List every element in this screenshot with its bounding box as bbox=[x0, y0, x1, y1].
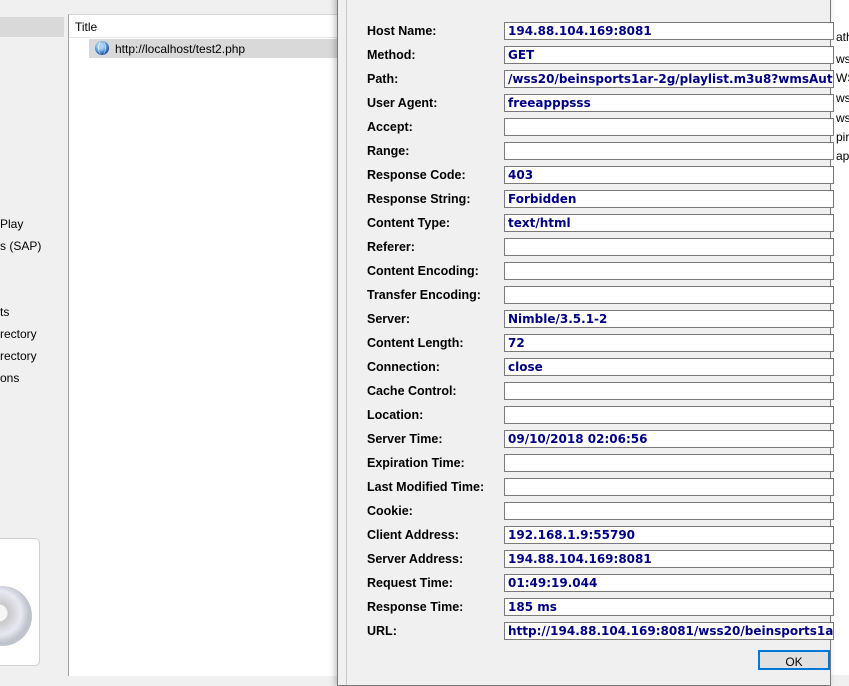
field-label: Content Encoding: bbox=[367, 264, 479, 278]
field-label: Request Time: bbox=[367, 576, 453, 590]
field-label: Content Type: bbox=[367, 216, 451, 230]
left-item-label[interactable]: s (SAP) bbox=[0, 239, 41, 253]
list-header[interactable]: Title bbox=[69, 15, 341, 38]
ok-button[interactable]: OK bbox=[758, 650, 830, 670]
right-item-label: ap bbox=[836, 149, 849, 163]
field-value[interactable] bbox=[504, 406, 834, 424]
field-value[interactable] bbox=[504, 454, 834, 472]
right-item-label: ath bbox=[836, 30, 849, 44]
list-item[interactable]: http://localhost/test2.php bbox=[89, 39, 341, 58]
field-value[interactable] bbox=[504, 382, 834, 400]
field-value[interactable]: Forbidden bbox=[504, 190, 834, 208]
field-label: Cache Control: bbox=[367, 384, 457, 398]
field-label: Server Address: bbox=[367, 552, 464, 566]
field-label: Response Time: bbox=[367, 600, 464, 614]
field-label: Client Address: bbox=[367, 528, 459, 542]
field-value[interactable]: http://194.88.104.169:8081/wss20/beinspo… bbox=[504, 622, 834, 640]
field-value[interactable]: 194.88.104.169:8081 bbox=[504, 550, 834, 568]
field-label: Content Length: bbox=[367, 336, 464, 350]
field-label: Path: bbox=[367, 72, 399, 86]
right-item-label: ws bbox=[836, 52, 849, 66]
field-value[interactable]: 185 ms bbox=[504, 598, 834, 616]
left-selected-item[interactable] bbox=[0, 17, 64, 37]
left-item-label[interactable]: rectory bbox=[0, 327, 37, 341]
field-value[interactable]: GET bbox=[504, 46, 834, 64]
left-item-label[interactable]: ons bbox=[0, 371, 19, 385]
right-item-label: ws bbox=[836, 91, 849, 105]
field-label: Method: bbox=[367, 48, 416, 62]
field-value[interactable] bbox=[504, 286, 834, 304]
field-label: Cookie: bbox=[367, 504, 413, 518]
field-label: Response String: bbox=[367, 192, 471, 206]
globe-icon bbox=[95, 41, 109, 55]
request-details-dialog: OK Host Name: 194.88.104.169:8081 Method: G… bbox=[337, 0, 834, 686]
field-label: Transfer Encoding: bbox=[367, 288, 481, 302]
field-label: Last Modified Time: bbox=[367, 480, 485, 494]
field-label: Range: bbox=[367, 144, 410, 158]
field-value[interactable]: 01:49:19.044 bbox=[504, 574, 834, 592]
right-item-label: WS bbox=[836, 71, 849, 85]
field-value[interactable] bbox=[504, 238, 834, 256]
field-value[interactable]: /wss20/beinsports1ar-2g/playlist.m3u8?wm… bbox=[504, 70, 834, 88]
field-label: Server Time: bbox=[367, 432, 443, 446]
field-value[interactable]: Nimble/3.5.1-2 bbox=[504, 310, 834, 328]
field-value[interactable]: text/html bbox=[504, 214, 834, 232]
field-value[interactable]: close bbox=[504, 358, 834, 376]
field-value[interactable] bbox=[504, 262, 834, 280]
field-value[interactable]: 192.168.1.9:55790 bbox=[504, 526, 834, 544]
field-label: Host Name: bbox=[367, 24, 437, 38]
field-label: User Agent: bbox=[367, 96, 438, 110]
request-list: Title http://localhost/test2.php bbox=[68, 14, 341, 676]
field-value[interactable] bbox=[504, 142, 834, 160]
field-value[interactable]: 194.88.104.169:8081 bbox=[504, 22, 834, 40]
field-label: Location: bbox=[367, 408, 424, 422]
list-item-url: http://localhost/test2.php bbox=[115, 42, 246, 56]
field-label: Referer: bbox=[367, 240, 415, 254]
field-value[interactable]: 403 bbox=[504, 166, 834, 184]
right-item-label: pir bbox=[836, 130, 849, 144]
field-label: Accept: bbox=[367, 120, 413, 134]
field-label: Response Code: bbox=[367, 168, 466, 182]
left-panel: Play s (SAP) ts rectory rectory ons bbox=[0, 0, 68, 675]
left-item-label[interactable]: ts bbox=[0, 305, 9, 319]
left-item-label[interactable]: Play bbox=[0, 217, 23, 231]
field-label: Expiration Time: bbox=[367, 456, 465, 470]
field-label: Server: bbox=[367, 312, 411, 326]
field-value[interactable]: 09/10/2018 02:06:56 bbox=[504, 430, 834, 448]
field-value[interactable] bbox=[504, 502, 834, 520]
column-title[interactable]: Title bbox=[75, 20, 97, 34]
field-value[interactable]: freeapppsss bbox=[504, 94, 834, 112]
left-item-label[interactable]: rectory bbox=[0, 349, 37, 363]
field-label: Connection: bbox=[367, 360, 440, 374]
field-label: URL: bbox=[367, 624, 397, 638]
field-value[interactable] bbox=[504, 478, 834, 496]
field-value[interactable]: 72 bbox=[504, 334, 834, 352]
dialog-body: OK Host Name: 194.88.104.169:8081 Method: G… bbox=[346, 0, 834, 685]
field-value[interactable] bbox=[504, 118, 834, 136]
right-item-label: ws bbox=[836, 111, 849, 125]
